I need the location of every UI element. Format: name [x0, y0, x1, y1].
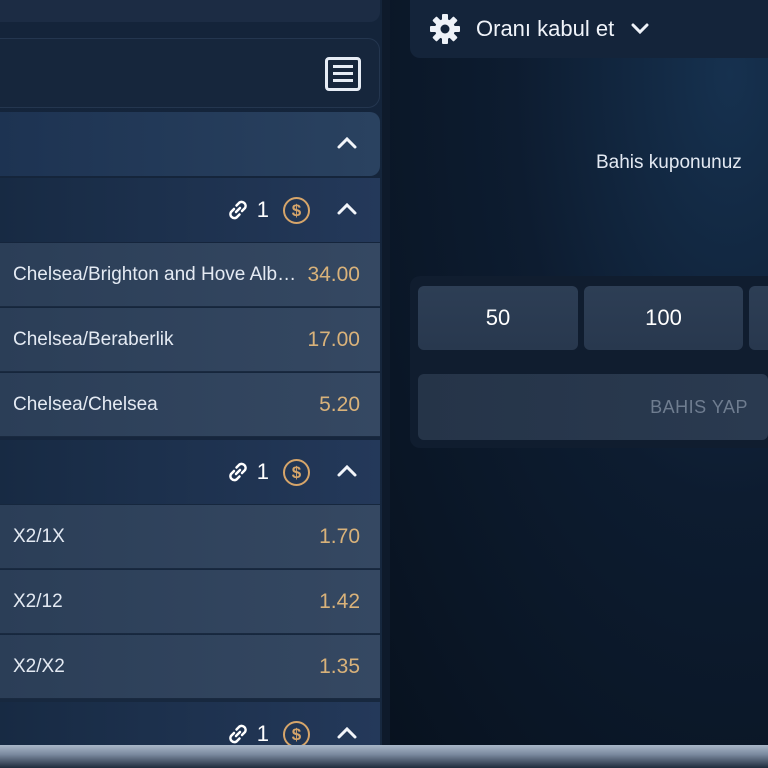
coin-icon: $: [283, 196, 310, 224]
top-strip: [0, 0, 380, 22]
gear-icon: [430, 14, 460, 44]
bet-option-row[interactable]: X2/X2 1.35: [0, 635, 380, 699]
chevron-up-icon[interactable]: [336, 722, 358, 744]
chevron-up-icon[interactable]: [336, 132, 358, 154]
bet-option-name: X2/1X: [13, 525, 65, 547]
bet-option-odds: 17.00: [307, 327, 360, 351]
group-meta: 1 $: [225, 456, 310, 488]
market-panel: 1 $ Chelsea/Brighton and Hove Albion 34.…: [0, 0, 382, 766]
bet-option-name: Chelsea/Beraberlik: [13, 328, 174, 350]
bet-option-row[interactable]: Chelsea/Chelsea 5.20: [0, 373, 380, 437]
accept-odds-dropdown[interactable]: Oranı kabul et: [410, 0, 768, 58]
bet-option-name: X2/X2: [13, 655, 65, 677]
bet-option-odds: 1.42: [319, 589, 360, 613]
bet-option-odds: 5.20: [319, 392, 360, 416]
chevron-up-icon[interactable]: [336, 460, 358, 482]
link-icon: [228, 200, 247, 220]
chevron-up-icon[interactable]: [336, 198, 358, 220]
coin-icon: $: [283, 458, 310, 486]
bet-option-row[interactable]: X2/12 1.42: [0, 570, 380, 634]
market-menu-bar: [0, 38, 380, 108]
stake-area: 50 100 BAHIS YAP: [410, 276, 768, 448]
bet-option-name: Chelsea/Brighton and Hove Albion: [13, 263, 298, 285]
list-menu-icon[interactable]: [325, 57, 361, 91]
section-header[interactable]: [0, 112, 380, 176]
bet-option-odds: 34.00: [307, 262, 360, 286]
link-icon: [228, 724, 247, 744]
market-group-header[interactable]: 1 $: [0, 440, 380, 504]
bet-option-odds: 1.35: [319, 654, 360, 678]
bottom-bar: [0, 745, 768, 768]
market-group-header[interactable]: 1 $: [0, 178, 380, 242]
coin-icon: $: [283, 720, 310, 748]
place-bet-button[interactable]: BAHIS YAP: [418, 374, 768, 440]
betslip-panel: Oranı kabul et Bahis kuponunuz 50 100 BA…: [390, 0, 768, 745]
group-count: 1: [256, 459, 269, 484]
chevron-down-icon: [631, 23, 649, 35]
bet-option-odds: 1.70: [319, 524, 360, 548]
bet-option-row[interactable]: X2/1X 1.70: [0, 505, 380, 569]
panel-divider: [382, 0, 390, 745]
stake-button-partial[interactable]: [749, 286, 768, 350]
bet-option-row[interactable]: Chelsea/Beraberlik 17.00: [0, 308, 380, 372]
link-icon: [228, 462, 247, 482]
accept-odds-label: Oranı kabul et: [476, 16, 615, 41]
coupon-message: Bahis kuponunuz: [596, 152, 742, 173]
stake-button-100[interactable]: 100: [584, 286, 743, 350]
group-count: 1: [256, 721, 269, 746]
bet-option-row[interactable]: Chelsea/Brighton and Hove Albion 34.00: [0, 243, 380, 307]
bet-option-name: Chelsea/Chelsea: [13, 393, 158, 415]
group-meta: 1 $: [225, 194, 310, 226]
group-count: 1: [256, 197, 269, 222]
stake-button-50[interactable]: 50: [418, 286, 578, 350]
bet-option-name: X2/12: [13, 590, 63, 612]
